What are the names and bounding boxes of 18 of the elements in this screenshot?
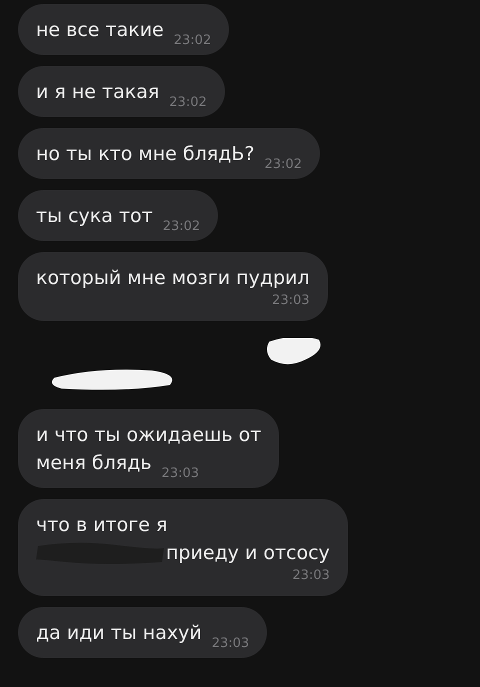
message-time: 23:02 xyxy=(174,32,212,50)
message-time: 23:03 xyxy=(212,635,250,653)
message-text: и я не такая xyxy=(36,80,160,105)
message-time: 23:03 xyxy=(292,567,330,585)
message-text: чтo в итоге я xyxy=(36,513,168,538)
message-text: ты сука тот xyxy=(36,204,153,229)
message-text: приеду и отсосу xyxy=(166,541,330,566)
message-text: меня блядь xyxy=(36,451,152,476)
message-text: который мне мозги пудрил xyxy=(36,266,310,291)
message-time: 23:03 xyxy=(272,292,310,310)
message-time: 23:03 xyxy=(162,465,200,483)
message-time: 23:02 xyxy=(169,94,207,112)
message-time: 23:02 xyxy=(162,218,200,236)
message-time: 23:02 xyxy=(264,156,302,174)
message-text: да иди ты нахуй xyxy=(36,621,202,646)
message-text: и что ты ожидаешь от xyxy=(36,423,262,448)
message-text: но ты кто мне блядЬ? xyxy=(36,142,254,167)
message-text: не все такие xyxy=(36,18,164,43)
